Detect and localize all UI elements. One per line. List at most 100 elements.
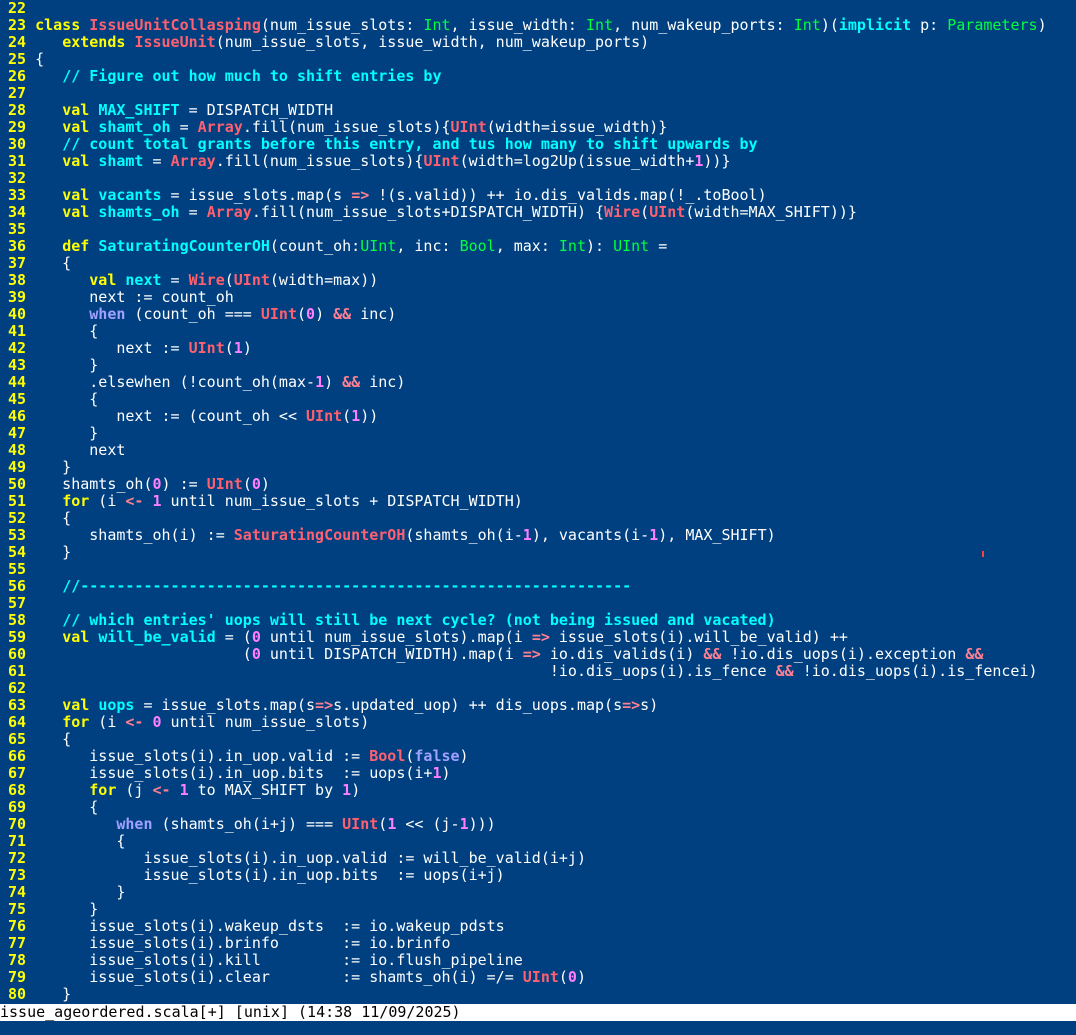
code-line[interactable]: 59 val will_be_valid = (0 until num_issu…	[8, 629, 1047, 646]
code-line[interactable]: 52 {	[8, 510, 1047, 527]
code-line[interactable]: 27	[8, 85, 1047, 102]
code-token: (	[640, 203, 650, 221]
code-line[interactable]: 79 issue_slots(i).clear := shamts_oh(i) …	[8, 969, 1047, 986]
line-number: 77	[8, 934, 27, 952]
line-number: 28	[8, 101, 27, 119]
code-token: shamt	[98, 152, 144, 170]
code-line[interactable]: 30 // count total grants before this ent…	[8, 136, 1047, 153]
code-line[interactable]: 42 next := UInt(1)	[8, 340, 1047, 357]
code-line[interactable]: 75 }	[8, 901, 1047, 918]
code-line[interactable]: 38 val next = Wire(UInt(width=max))	[8, 272, 1047, 289]
code-line[interactable]: 49 }	[8, 459, 1047, 476]
code-token: for	[62, 713, 90, 731]
code-line[interactable]: 24 extends IssueUnit(num_issue_slots, is…	[8, 34, 1047, 51]
code-line[interactable]: 51 for (i <- 1 until num_issue_slots + D…	[8, 493, 1047, 510]
code-token: {	[35, 730, 72, 748]
code-line[interactable]: 56 //-----------------------------------…	[8, 578, 1047, 595]
code-line[interactable]: 66 issue_slots(i).in_uop.valid := Bool(f…	[8, 748, 1047, 765]
code-token: !io.dis_uops(i).exception	[721, 645, 966, 663]
code-line[interactable]: 25 {	[8, 51, 1047, 68]
code-line[interactable]: 55	[8, 561, 1047, 578]
code-token: def	[62, 237, 99, 255]
code-token: val	[62, 203, 99, 221]
code-line[interactable]: 40 when (count_oh === UInt(0) && inc)	[8, 306, 1047, 323]
code-line[interactable]: 32	[8, 170, 1047, 187]
code-line[interactable]: 45 {	[8, 391, 1047, 408]
code-token: , max:	[495, 237, 559, 255]
code-line[interactable]: 78 issue_slots(i).kill := io.flush_pipel…	[8, 952, 1047, 969]
code-line[interactable]: 39 next := count_oh	[8, 289, 1047, 306]
code-line[interactable]: 73 issue_slots(i).in_uop.bits := uops(i+…	[8, 867, 1047, 884]
code-line[interactable]: 44 .elsewhen (!count_oh(max-1) && inc)	[8, 374, 1047, 391]
code-line[interactable]: 36 def SaturatingCounterOH(count_oh:UInt…	[8, 238, 1047, 255]
code-token: io.dis_valids(i)	[540, 645, 704, 663]
code-line[interactable]: 22	[8, 0, 1047, 17]
code-token: shamts_oh	[98, 203, 180, 221]
code-token: val	[62, 118, 99, 136]
line-number: 59	[8, 628, 27, 646]
code-line[interactable]: 65 {	[8, 731, 1047, 748]
code-line[interactable]: 76 issue_slots(i).wakeup_dsts := io.wake…	[8, 918, 1047, 935]
code-token: UInt	[306, 407, 343, 425]
code-token: <-	[125, 492, 144, 510]
code-line[interactable]: 60 (0 until DISPATCH_WIDTH).map(i => io.…	[8, 646, 1047, 663]
code-line[interactable]: 50 shamts_oh(0) := UInt(0)	[8, 476, 1047, 493]
line-number: 41	[8, 322, 27, 340]
code-line[interactable]: 28 val MAX_SHIFT = DISPATCH_WIDTH	[8, 102, 1047, 119]
code-line[interactable]: 77 issue_slots(i).brinfo := io.brinfo	[8, 935, 1047, 952]
code-token: =>	[622, 696, 641, 714]
code-token: (count_oh:	[269, 237, 361, 255]
code-line[interactable]: 23 class IssueUnitCollasping(num_issue_s…	[8, 17, 1047, 34]
command-line[interactable]	[0, 1021, 1076, 1035]
code-line[interactable]: 62	[8, 680, 1047, 697]
code-token: }	[35, 458, 72, 476]
code-line[interactable]: 33 val vacants = issue_slots.map(s => !(…	[8, 187, 1047, 204]
code-token: // Figure out how much to shift entries …	[62, 67, 442, 85]
code-line[interactable]: 47 }	[8, 425, 1047, 442]
code-line[interactable]: 53 shamts_oh(i) := SaturatingCounterOH(s…	[8, 527, 1047, 544]
code-editor[interactable]: 22 23 class IssueUnitCollasping(num_issu…	[0, 0, 1076, 1004]
code-line[interactable]: 69 {	[8, 799, 1047, 816]
code-line[interactable]: 37 {	[8, 255, 1047, 272]
code-token: issue_slots(i).kill := io.flush_pipeline	[35, 951, 523, 969]
code-token: issue_slots(i).wakeup_dsts := io.wakeup_…	[35, 917, 505, 935]
code-line[interactable]: 63 val uops = issue_slots.map(s=>s.updat…	[8, 697, 1047, 714]
code-line[interactable]: 46 next := (count_oh << UInt(1))	[8, 408, 1047, 425]
code-token: s.updated_uop) ++ dis_uops.map(s	[333, 696, 623, 714]
code-line[interactable]: 67 issue_slots(i).in_uop.bits := uops(i+…	[8, 765, 1047, 782]
code-line[interactable]: 58 // which entries' uops will still be …	[8, 612, 1047, 629]
code-token: )	[242, 339, 252, 357]
line-number: 72	[8, 849, 27, 867]
code-line[interactable]: 64 for (i <- 0 until num_issue_slots)	[8, 714, 1047, 731]
code-line[interactable]: 26 // Figure out how much to shift entri…	[8, 68, 1047, 85]
code-token: 1	[152, 492, 162, 510]
code-line[interactable]: 29 val shamt_oh = Array.fill(num_issue_s…	[8, 119, 1047, 136]
code-token: (num_issue_slots:	[260, 16, 424, 34]
code-line[interactable]: 31 val shamt = Array.fill(num_issue_slot…	[8, 153, 1047, 170]
code-line[interactable]: 54 }	[8, 544, 1047, 561]
code-line[interactable]: 48 next	[8, 442, 1047, 459]
code-line[interactable]: 57	[8, 595, 1047, 612]
code-token: SaturatingCounterOH	[98, 237, 270, 255]
code-token: IssueUnitCollasping	[89, 16, 261, 34]
code-line[interactable]: 70 when (shamts_oh(i+j) === UInt(1 << (j…	[8, 816, 1047, 833]
code-line[interactable]: 34 val shamts_oh = Array.fill(num_issue_…	[8, 204, 1047, 221]
code-line[interactable]: 74 }	[8, 884, 1047, 901]
code-token: &&	[333, 305, 352, 323]
line-number: 61	[8, 662, 27, 680]
code-token: UInt	[260, 305, 297, 323]
code-line[interactable]: 43 }	[8, 357, 1047, 374]
code-line[interactable]: 61 !io.dis_uops(i).is_fence && !io.dis_u…	[8, 663, 1047, 680]
code-line[interactable]: 68 for (j <- 1 to MAX_SHIFT by 1)	[8, 782, 1047, 799]
code-line[interactable]: 41 {	[8, 323, 1047, 340]
code-line[interactable]: 35	[8, 221, 1047, 238]
code-line[interactable]: 80 }	[8, 986, 1047, 1003]
code-line[interactable]: 71 {	[8, 833, 1047, 850]
code-token: =	[179, 203, 207, 221]
code-line[interactable]: 72 issue_slots(i).in_uop.valid := will_b…	[8, 850, 1047, 867]
